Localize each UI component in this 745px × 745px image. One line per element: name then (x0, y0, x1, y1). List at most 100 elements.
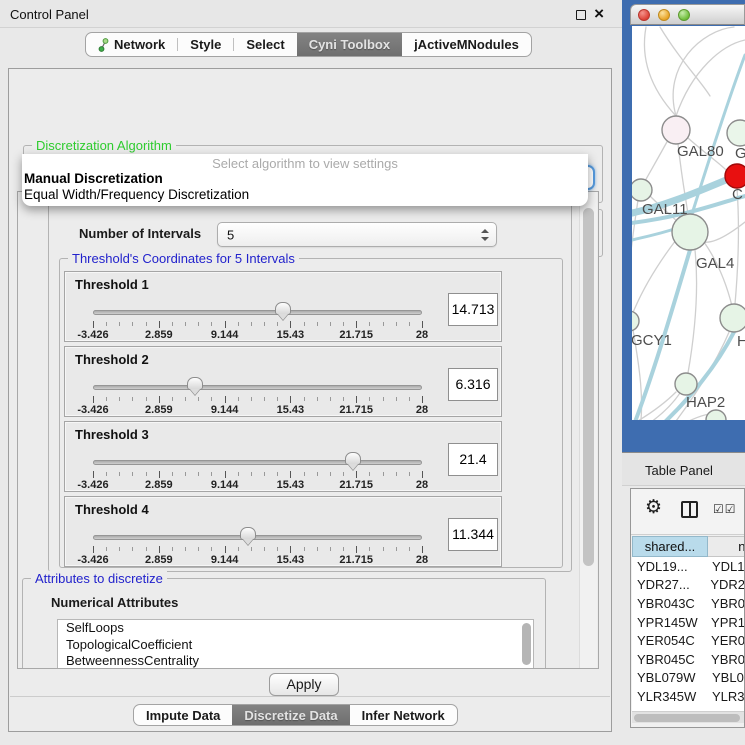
network-node-label: H (737, 333, 745, 350)
number-of-intervals-combo[interactable]: 5 (217, 222, 497, 247)
network-node[interactable] (672, 214, 708, 250)
network-node[interactable] (725, 164, 745, 188)
settings-scrollbar-thumb[interactable] (583, 208, 594, 566)
table-hscrollbar-thumb[interactable] (634, 714, 740, 722)
threshold-slider-thumb[interactable] (187, 377, 203, 390)
table-row[interactable]: YPR145WYPR1 (632, 613, 745, 632)
threshold-slider-thumb[interactable] (240, 527, 256, 540)
bottom-tab-discretize-data[interactable]: Discretize Data (232, 705, 349, 725)
table-row[interactable]: YBR043CYBR0 (632, 594, 745, 613)
network-node[interactable] (662, 116, 690, 144)
network-edge[interactable] (644, 27, 676, 116)
slider-tick (369, 547, 370, 551)
cell-name: YER0 (707, 633, 745, 648)
slider-tick (356, 321, 357, 328)
table-row[interactable]: YBL079WYBL0 (632, 669, 745, 688)
threshold-value-field[interactable]: 21.4 (448, 443, 498, 476)
network-edge[interactable] (645, 140, 668, 181)
slider-tick (409, 547, 410, 551)
column-header-name[interactable]: na (708, 536, 745, 557)
split-columns-icon[interactable] (681, 501, 698, 518)
network-edge[interactable] (704, 242, 732, 306)
attribute-list-item[interactable]: BetweennessCentrality (58, 653, 533, 669)
threshold-slider-track[interactable] (93, 460, 422, 465)
attribute-list-item[interactable]: TopologicalCoefficient (58, 637, 533, 654)
table-hscrollbar[interactable] (632, 711, 745, 723)
slider-tick (185, 322, 186, 326)
slider-tick-label: 21.715 (339, 329, 373, 341)
apply-button[interactable]: Apply (269, 673, 339, 696)
numerical-attributes-list[interactable]: SelfLoopsTopologicalCoefficientBetweenne… (57, 619, 534, 669)
cell-shared-name: YBR043C (632, 596, 707, 611)
discretization-algorithm-title: Discretization Algorithm (32, 138, 176, 153)
cell-shared-name: YPR145W (632, 615, 707, 630)
float-panel-icon[interactable] (576, 10, 586, 20)
tab-network[interactable]: Network (86, 33, 177, 56)
network-edge[interactable] (676, 40, 745, 116)
table-row[interactable]: YDL19...YDL1 (632, 557, 745, 576)
settings-scrollbar[interactable] (579, 192, 597, 668)
table-row[interactable]: YDR27...YDR2 (632, 576, 745, 595)
slider-tick (343, 322, 344, 326)
network-edge[interactable] (735, 188, 738, 304)
threshold-slider-thumb[interactable] (345, 452, 361, 465)
tab-jactivemnodules[interactable]: jActiveMNodules (402, 33, 531, 56)
network-view-window[interactable]: GAL80GCGAL11GAL4GCY1HHAP2 (622, 0, 745, 452)
slider-tick (198, 547, 199, 551)
slider-tick (172, 547, 173, 551)
slider-tick (304, 397, 305, 401)
slider-tick (119, 547, 120, 551)
bottom-tab-impute-data[interactable]: Impute Data (134, 705, 232, 725)
slider-tick-label: 2.859 (145, 329, 173, 341)
threshold-slider-thumb[interactable] (275, 302, 291, 315)
threshold-slider-track[interactable] (93, 385, 422, 390)
popup-option-manual[interactable]: Manual Discretization (22, 171, 588, 187)
tab-style[interactable]: Style (178, 33, 233, 56)
network-node[interactable] (630, 179, 652, 201)
slider-tick (409, 472, 410, 476)
network-node[interactable] (727, 120, 745, 146)
slider-tick-label: 21.715 (339, 404, 373, 416)
attributes-scrollbar-thumb[interactable] (522, 623, 531, 665)
network-edge[interactable] (673, 27, 734, 116)
tab-select[interactable]: Select (234, 33, 296, 56)
slider-tick (317, 397, 318, 401)
table-row[interactable]: YLR345WYLR3 (632, 687, 745, 706)
network-edge[interactable] (632, 240, 676, 315)
threshold-slider-track[interactable] (93, 535, 422, 540)
table-row[interactable]: YER054CYER0 (632, 631, 745, 650)
network-node[interactable] (706, 410, 726, 430)
attribute-list-item[interactable]: SelfLoops (58, 620, 533, 637)
network-node-label: GAL11 (642, 201, 688, 218)
tab-cyni-toolbox[interactable]: Cyni Toolbox (297, 33, 402, 56)
network-node[interactable] (622, 311, 639, 331)
network-edge[interactable] (660, 27, 710, 96)
slider-tick (185, 397, 186, 401)
threshold-slider-track[interactable] (93, 310, 422, 315)
select-columns-icon[interactable]: ☑☑ (713, 502, 737, 516)
slider-tick (93, 321, 94, 328)
gear-icon[interactable]: ⚙ (645, 496, 662, 518)
slider-tick (290, 396, 291, 403)
slider-tick (422, 321, 423, 328)
threshold-value-field[interactable]: 11.344 (448, 518, 498, 551)
bottom-tab-infer-network[interactable]: Infer Network (350, 705, 457, 725)
network-node-label: HAP2 (686, 394, 725, 411)
slider-tick (356, 396, 357, 403)
close-panel-icon[interactable]: × (594, 4, 604, 24)
column-header-shared-name[interactable]: shared... (632, 536, 708, 557)
network-edge[interactable] (622, 392, 676, 430)
network-node[interactable] (675, 373, 697, 395)
popup-option-equal-width[interactable]: Equal Width/Frequency Discretization (22, 187, 588, 203)
slider-tick (146, 397, 147, 401)
slider-tick-label: 9.144 (211, 554, 239, 566)
threshold-value-field[interactable]: 14.713 (448, 293, 498, 326)
threshold-label: Threshold 1 (75, 277, 149, 292)
slider-tick-label: 28 (416, 404, 428, 416)
threshold-value-field[interactable]: 6.316 (448, 368, 498, 401)
cell-name: YDR2 (706, 577, 745, 592)
slider-tick (383, 322, 384, 326)
threshold-label: Threshold 4 (75, 502, 149, 517)
table-row[interactable]: YBR045CYBR0 (632, 650, 745, 669)
network-node[interactable] (720, 304, 745, 332)
